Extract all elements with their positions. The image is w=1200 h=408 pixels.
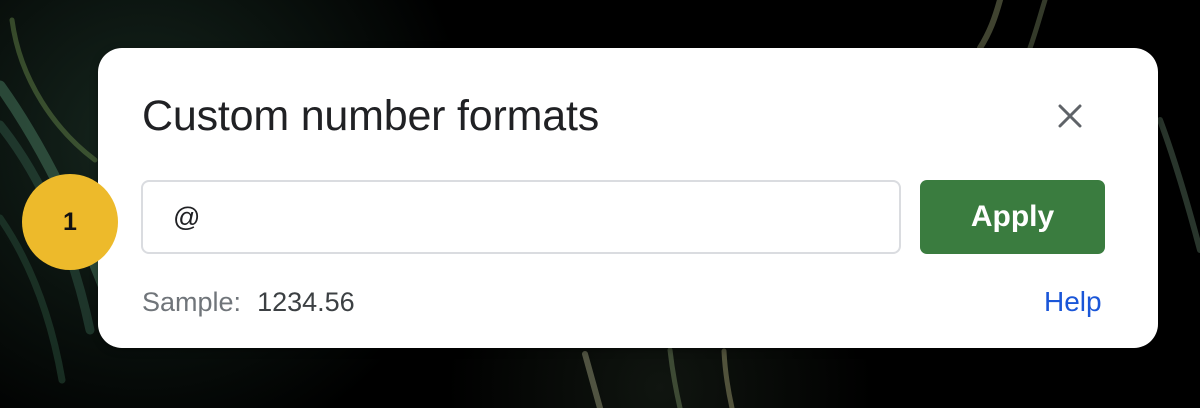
apply-button[interactable]: Apply [920, 180, 1105, 254]
sample-label: Sample: [142, 286, 242, 317]
custom-format-input[interactable] [141, 180, 901, 254]
dialog-title: Custom number formats [142, 92, 600, 140]
help-link[interactable]: Help [1044, 282, 1102, 322]
close-icon [1058, 104, 1082, 128]
sample-value: 1234.56 [257, 286, 355, 317]
step-number-badge: 1 [22, 174, 118, 270]
sample-preview: Sample: 1234.56 [142, 282, 355, 322]
close-button[interactable] [1046, 92, 1094, 140]
custom-number-formats-dialog: Custom number formats Apply Sample: 1234… [98, 48, 1158, 348]
